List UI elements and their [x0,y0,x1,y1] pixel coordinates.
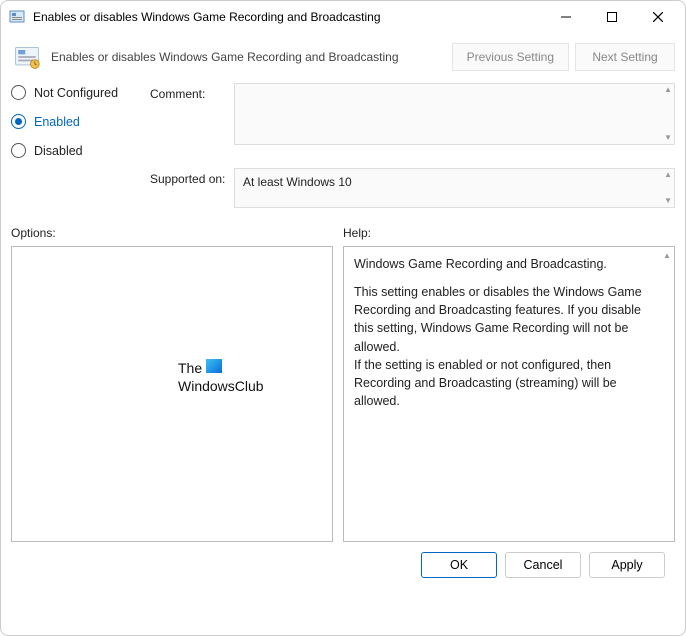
watermark-line1: The [178,360,202,376]
help-section-label: Help: [343,226,371,240]
apply-button[interactable]: Apply [589,552,665,578]
watermark-logo-icon [206,359,222,373]
minimize-button[interactable] [543,2,589,32]
help-text: This setting enables or disables the Win… [354,283,656,356]
previous-setting-button[interactable]: Previous Setting [452,43,569,71]
window-controls [543,2,681,32]
scroll-down-icon[interactable]: ▼ [664,134,672,142]
scroll-up-icon[interactable]: ▲ [664,171,672,179]
options-pane: The WindowsClub [11,246,333,542]
radio-enabled[interactable]: Enabled [11,114,146,129]
radio-label: Not Configured [34,86,118,100]
supported-on-text: At least Windows 10 [243,175,352,189]
policy-icon [11,41,43,73]
header-title: Enables or disables Windows Game Recordi… [51,50,444,64]
supported-on-label: Supported on: [150,168,230,208]
help-pane: Windows Game Recording and Broadcasting.… [343,246,675,542]
maximize-button[interactable] [589,2,635,32]
help-text: If the setting is enabled or not configu… [354,356,656,410]
title-bar: Enables or disables Windows Game Recordi… [1,1,685,33]
watermark-line2: WindowsClub [178,377,264,395]
dialog-footer: OK Cancel Apply [11,542,675,578]
state-radio-group: Not Configured Enabled Disabled [11,83,146,158]
scroll-down-icon[interactable]: ▼ [664,197,672,205]
scroll-up-icon[interactable]: ▲ [663,250,671,262]
watermark: The WindowsClub [178,359,264,395]
help-text: Windows Game Recording and Broadcasting. [354,255,656,273]
close-button[interactable] [635,2,681,32]
next-setting-button[interactable]: Next Setting [575,43,675,71]
ok-button[interactable]: OK [421,552,497,578]
comment-label: Comment: [150,83,230,101]
radio-not-configured[interactable]: Not Configured [11,85,146,100]
app-icon [9,9,25,25]
radio-label: Disabled [34,144,83,158]
cancel-button[interactable]: Cancel [505,552,581,578]
header-row: Enables or disables Windows Game Recordi… [11,41,675,73]
comment-input[interactable]: ▲ ▼ [234,83,675,145]
radio-label: Enabled [34,115,80,129]
options-section-label: Options: [11,226,333,240]
window-title: Enables or disables Windows Game Recordi… [33,10,543,24]
scroll-up-icon[interactable]: ▲ [664,86,672,94]
radio-disabled[interactable]: Disabled [11,143,146,158]
supported-on-value: At least Windows 10 ▲ ▼ [234,168,675,208]
